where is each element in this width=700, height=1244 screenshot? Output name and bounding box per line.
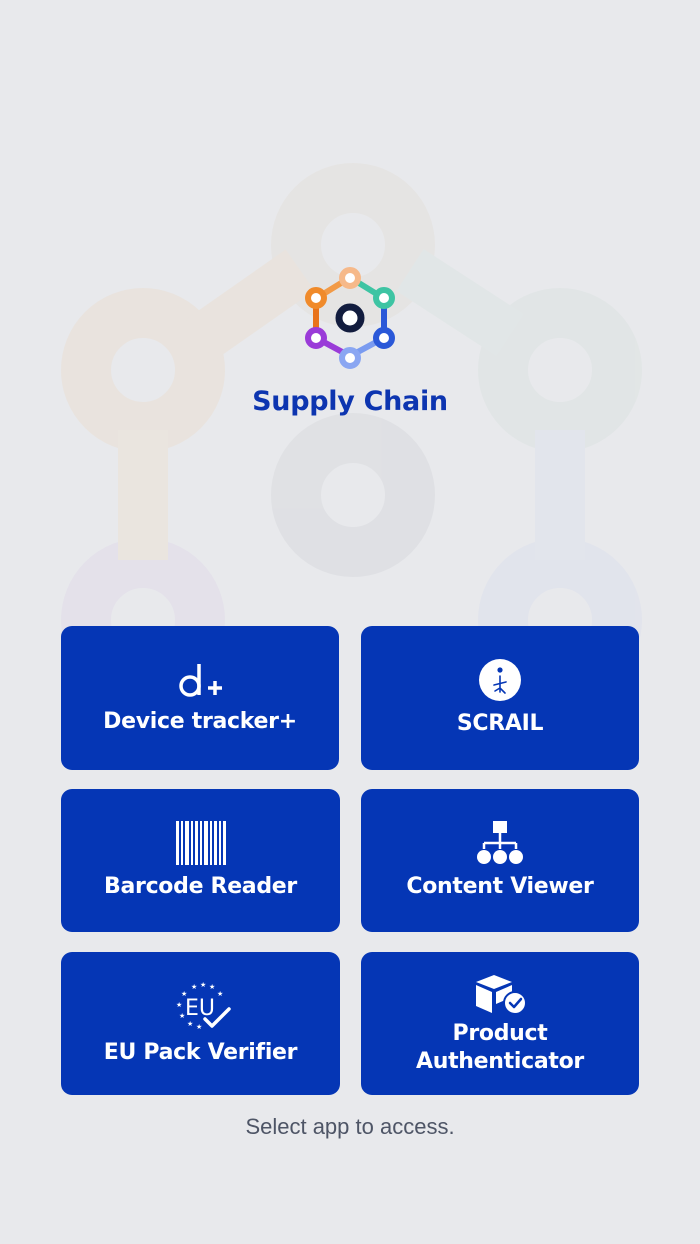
barcode-reader-tile[interactable]: Barcode Reader xyxy=(61,789,340,932)
box-check-icon xyxy=(472,972,528,1016)
svg-text:★: ★ xyxy=(209,983,215,991)
svg-text:★: ★ xyxy=(217,990,223,998)
eu-pack-verifier-label: EU Pack Verifier xyxy=(103,1039,298,1065)
scrail-label: SCRAIL xyxy=(456,711,544,736)
svg-text:★: ★ xyxy=(196,1023,202,1031)
svg-text:★: ★ xyxy=(191,983,197,991)
content-viewer-tile[interactable]: Content Viewer xyxy=(361,789,639,932)
supply-chain-logo-icon xyxy=(305,267,395,369)
app-title: Supply Chain xyxy=(252,386,448,417)
svg-text:EU: EU xyxy=(185,996,215,1021)
eu-verify-icon: ★ ★ ★ ★ ★ ★ ★ ★ ★ EU xyxy=(169,981,233,1031)
device-tracker-icon xyxy=(176,660,224,700)
app-branding: Supply Chain xyxy=(0,266,700,417)
svg-text:★: ★ xyxy=(187,1020,193,1028)
barcode-reader-label: Barcode Reader xyxy=(104,873,297,899)
svg-text:★: ★ xyxy=(176,1001,182,1009)
device-tracker-label: Device tracker+ xyxy=(103,709,297,734)
scrail-tile[interactable]: SCRAIL xyxy=(361,626,639,770)
content-viewer-label: Content Viewer xyxy=(406,873,594,899)
product-authenticator-label: Product Authenticator xyxy=(416,1020,584,1074)
barcode-icon xyxy=(175,820,226,865)
select-app-hint: Select app to access. xyxy=(245,1114,455,1139)
device-tracker-tile[interactable]: Device tracker+ xyxy=(61,626,339,770)
scrail-info-icon xyxy=(478,658,522,702)
svg-text:★: ★ xyxy=(200,981,206,989)
product-authenticator-tile[interactable]: Product Authenticator xyxy=(361,952,639,1095)
eu-pack-verifier-tile[interactable]: ★ ★ ★ ★ ★ ★ ★ ★ ★ EU EU Pack Verifier xyxy=(61,952,340,1095)
hierarchy-icon xyxy=(477,820,523,865)
